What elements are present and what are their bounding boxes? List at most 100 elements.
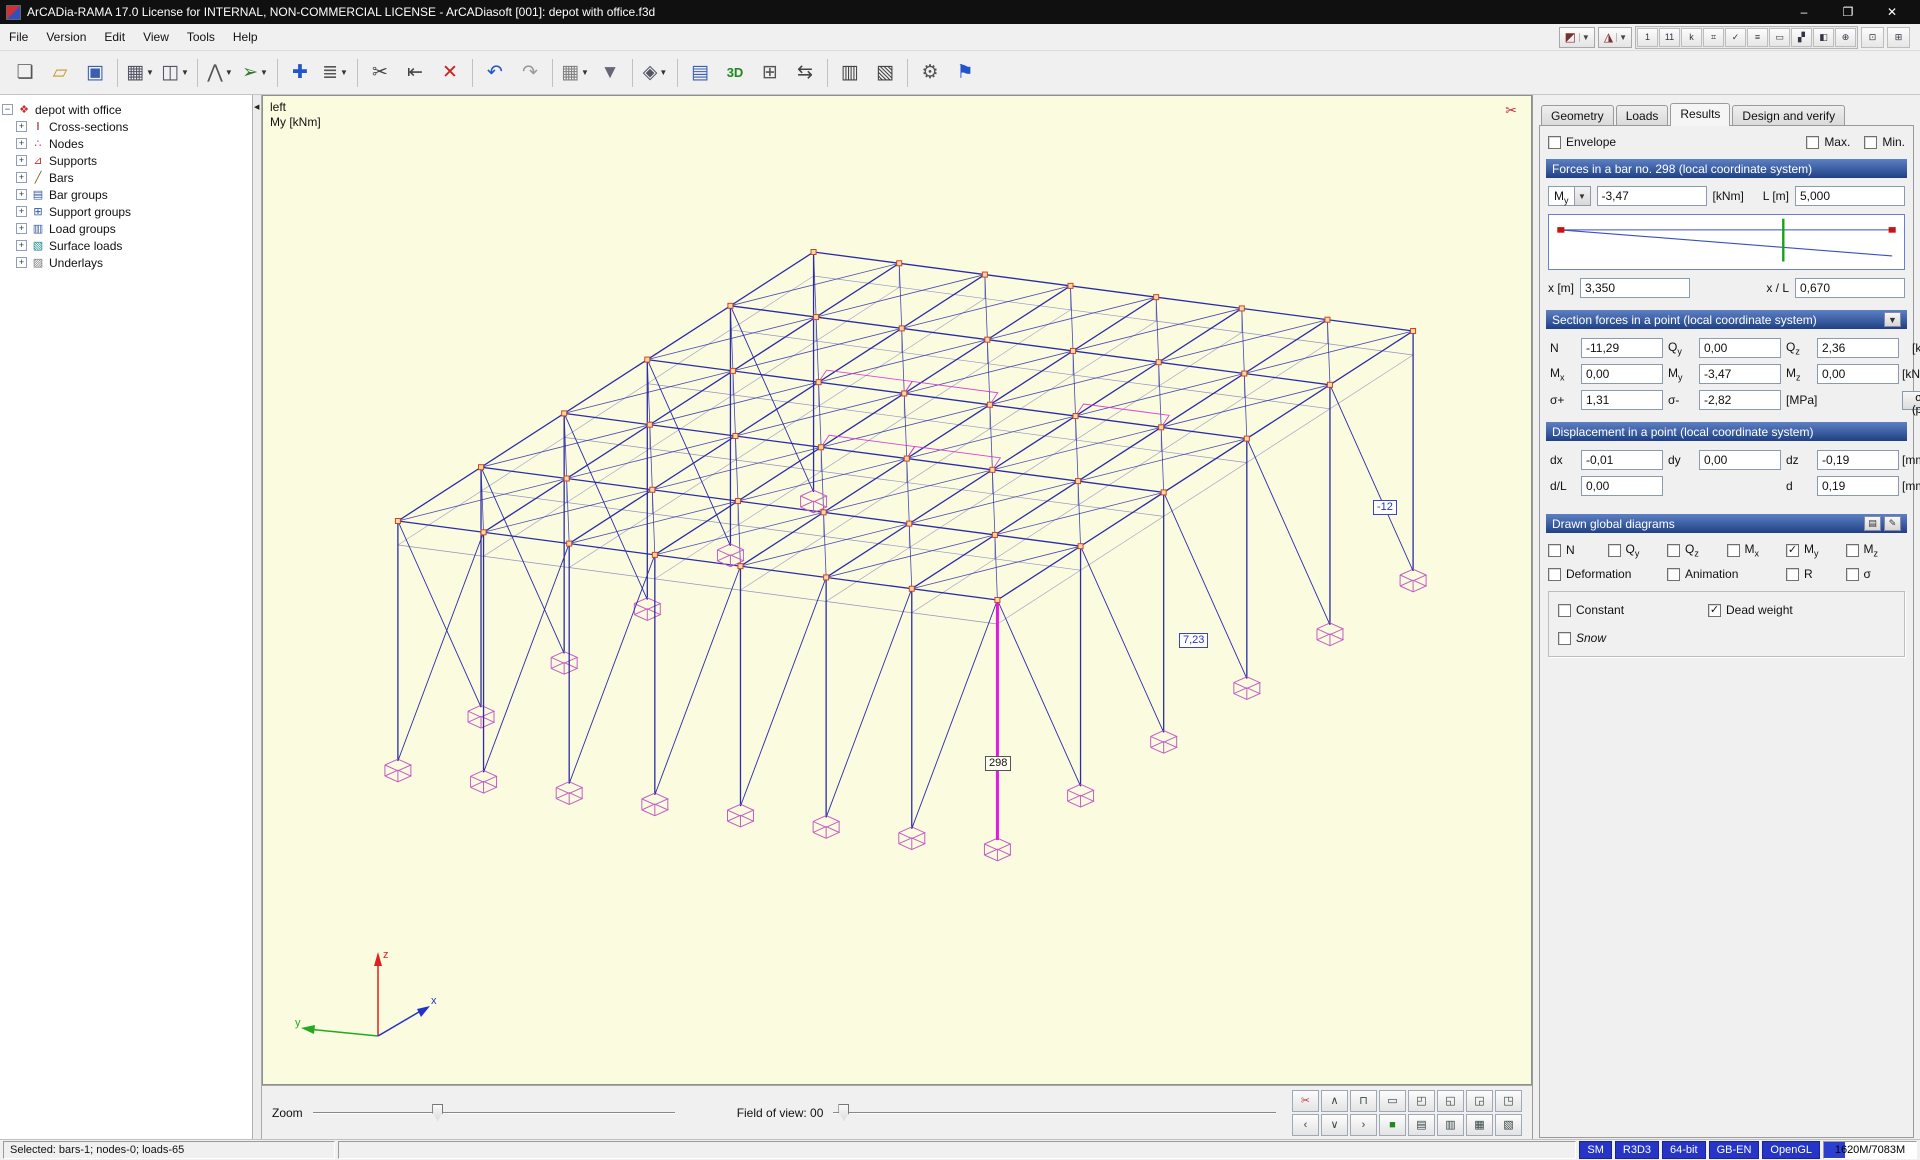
chevron-down-icon[interactable]: ▼	[581, 68, 589, 77]
front-view-button[interactable]: ▥	[1437, 1114, 1464, 1136]
bar-tables-button[interactable]: ▦▼	[123, 56, 157, 90]
menu-version[interactable]: Version	[37, 25, 95, 49]
report-button[interactable]: ▧	[868, 56, 902, 90]
tab-loads[interactable]: Loads	[1616, 105, 1669, 126]
reactions-checkbox[interactable]: R	[1786, 567, 1846, 581]
load-dead-weight-checkbox[interactable]: ✓Dead weight	[1708, 603, 1895, 617]
chevron-down-icon[interactable]: ▼	[1579, 33, 1592, 42]
side-view-button[interactable]: ▦	[1466, 1114, 1493, 1136]
chevron-down-icon[interactable]: ▼	[146, 68, 154, 77]
tab-design-and-verify[interactable]: Design and verify	[1732, 105, 1845, 126]
checkbox-icon[interactable]	[1667, 544, 1680, 557]
move-tool-button[interactable]: ✚	[283, 56, 317, 90]
sigma-plus-field[interactable]	[1581, 390, 1663, 410]
menu-tools[interactable]: Tools	[178, 25, 224, 49]
diagram-qz-checkbox[interactable]: Qz	[1667, 542, 1727, 558]
apply-view-button[interactable]: ■	[1379, 1114, 1406, 1136]
chevron-down-icon[interactable]: ▼	[340, 68, 348, 77]
work-plane-button[interactable]: ◈▼	[638, 56, 672, 90]
load-arrows-button[interactable]: ⇆	[788, 56, 822, 90]
half-view-toggle[interactable]: ◧	[1813, 28, 1834, 47]
rotate-left-button[interactable]: ‹	[1292, 1114, 1319, 1136]
dy-value-field[interactable]	[1699, 450, 1781, 470]
checkbox-icon[interactable]	[1558, 632, 1571, 645]
tree-item-cross-sections[interactable]: +ⅠCross-sections	[16, 118, 250, 135]
field-of-view-slider[interactable]	[833, 1103, 1276, 1123]
expand-icon[interactable]: +	[16, 206, 27, 217]
length-value-field[interactable]	[1795, 186, 1905, 206]
print-layout-button[interactable]: ◫▼	[158, 56, 192, 90]
diagram-scale-button[interactable]: ✎	[1884, 516, 1901, 531]
diagram-mx-checkbox[interactable]: Mx	[1727, 542, 1787, 558]
grid-toggle[interactable]: ⌗	[1703, 28, 1724, 47]
checkbox-icon[interactable]	[1786, 568, 1799, 581]
zoom-slider[interactable]	[313, 1103, 675, 1123]
section-forces-options-button[interactable]: ▼	[1884, 312, 1901, 327]
expand-icon[interactable]: +	[16, 138, 27, 149]
tree-item-underlays[interactable]: +▨Underlays	[16, 254, 250, 271]
chevron-down-icon[interactable]: ▼	[1616, 33, 1629, 42]
new-file-button[interactable]: ❏	[8, 56, 42, 90]
menu-edit[interactable]: Edit	[95, 25, 134, 49]
tree-item-nodes[interactable]: +∴Nodes	[16, 135, 250, 152]
window-layout-button[interactable]: ⊞	[1887, 27, 1910, 48]
n-value-field[interactable]	[1581, 338, 1663, 358]
chevron-down-icon[interactable]: ▼	[260, 68, 268, 77]
render-mode-combo[interactable]: ◩▼	[1559, 27, 1595, 48]
divide-bar-button[interactable]: ⇤	[398, 56, 432, 90]
deformation-checkbox[interactable]: Deformation	[1548, 567, 1667, 581]
zoom-window-button[interactable]: ⊓	[1350, 1090, 1377, 1112]
tree-item-supports[interactable]: +⊿Supports	[16, 152, 250, 169]
diagram-n-checkbox[interactable]: N	[1548, 542, 1608, 558]
diagram-my-checkbox[interactable]: ✓My	[1786, 542, 1846, 558]
expand-icon[interactable]: +	[16, 223, 27, 234]
restore-button[interactable]: ❐	[1826, 0, 1870, 24]
d-value-field[interactable]	[1817, 476, 1899, 496]
expand-icon[interactable]: +	[16, 172, 27, 183]
checkbox-icon[interactable]	[1806, 136, 1819, 149]
sigma-p-button[interactable]: σ (p)	[1902, 391, 1920, 410]
dx-value-field[interactable]	[1581, 450, 1663, 470]
model-viewport[interactable]: left My [kNm] ✂ -12 7,23 298 z y x	[262, 95, 1532, 1085]
checkbox-icon[interactable]	[1558, 604, 1571, 617]
shade-toggle[interactable]: ▞	[1791, 28, 1812, 47]
view-3d-button[interactable]: 3D	[718, 56, 752, 90]
rotate-down-button[interactable]: ∨	[1321, 1114, 1348, 1136]
chevron-down-icon[interactable]: ▼	[659, 68, 667, 77]
expand-icon[interactable]: +	[16, 121, 27, 132]
section-marks-toggle[interactable]: ≡	[1747, 28, 1768, 47]
layout-two-button[interactable]: ◱	[1437, 1090, 1464, 1112]
qy-value-field[interactable]	[1699, 338, 1781, 358]
collapse-arrow-icon[interactable]: ◀	[254, 103, 259, 111]
menu-view[interactable]: View	[134, 25, 178, 49]
delete-button[interactable]: ✕	[433, 56, 467, 90]
envelope-checkbox[interactable]: Envelope	[1548, 135, 1616, 149]
rotate-up-button[interactable]: ∧	[1321, 1090, 1348, 1112]
tree-item-support-groups[interactable]: +⊞Support groups	[16, 203, 250, 220]
frame-generator-button[interactable]: ⋀▼	[203, 56, 237, 90]
tree-item-load-groups[interactable]: +▥Load groups	[16, 220, 250, 237]
calculations-button[interactable]: ▥	[833, 56, 867, 90]
checkbox-icon[interactable]	[1548, 544, 1561, 557]
cut-tool-button[interactable]: ✂	[363, 56, 397, 90]
panel-splitter[interactable]: ◀	[253, 95, 262, 1139]
close-button[interactable]: ✕	[1870, 0, 1914, 24]
rotate-right-button[interactable]: ›	[1350, 1114, 1377, 1136]
grid-settings-button[interactable]: ▦▼	[558, 56, 592, 90]
tab-results[interactable]: Results	[1670, 103, 1730, 126]
clip-view-icon[interactable]: ✂	[1505, 102, 1517, 119]
checkbox-icon[interactable]	[1667, 568, 1680, 581]
axo-view-button[interactable]: ▤	[1408, 1114, 1435, 1136]
checkbox-icon[interactable]	[1548, 568, 1561, 581]
checkbox-icon[interactable]	[1548, 136, 1561, 149]
save-file-button[interactable]: ▣	[78, 56, 112, 90]
layout-four-button[interactable]: ◳	[1495, 1090, 1522, 1112]
expand-icon[interactable]: +	[16, 240, 27, 251]
layout-single-button[interactable]: ◰	[1408, 1090, 1435, 1112]
sigma-diagram-checkbox[interactable]: σ	[1846, 567, 1906, 581]
bar-descriptions-toggle[interactable]: k	[1681, 28, 1702, 47]
open-file-button[interactable]: ▱	[43, 56, 77, 90]
field-of-view-slider-handle[interactable]	[838, 1104, 849, 1121]
max-checkbox[interactable]: Max.	[1806, 135, 1850, 149]
select-tool-button[interactable]: ➢▼	[238, 56, 272, 90]
